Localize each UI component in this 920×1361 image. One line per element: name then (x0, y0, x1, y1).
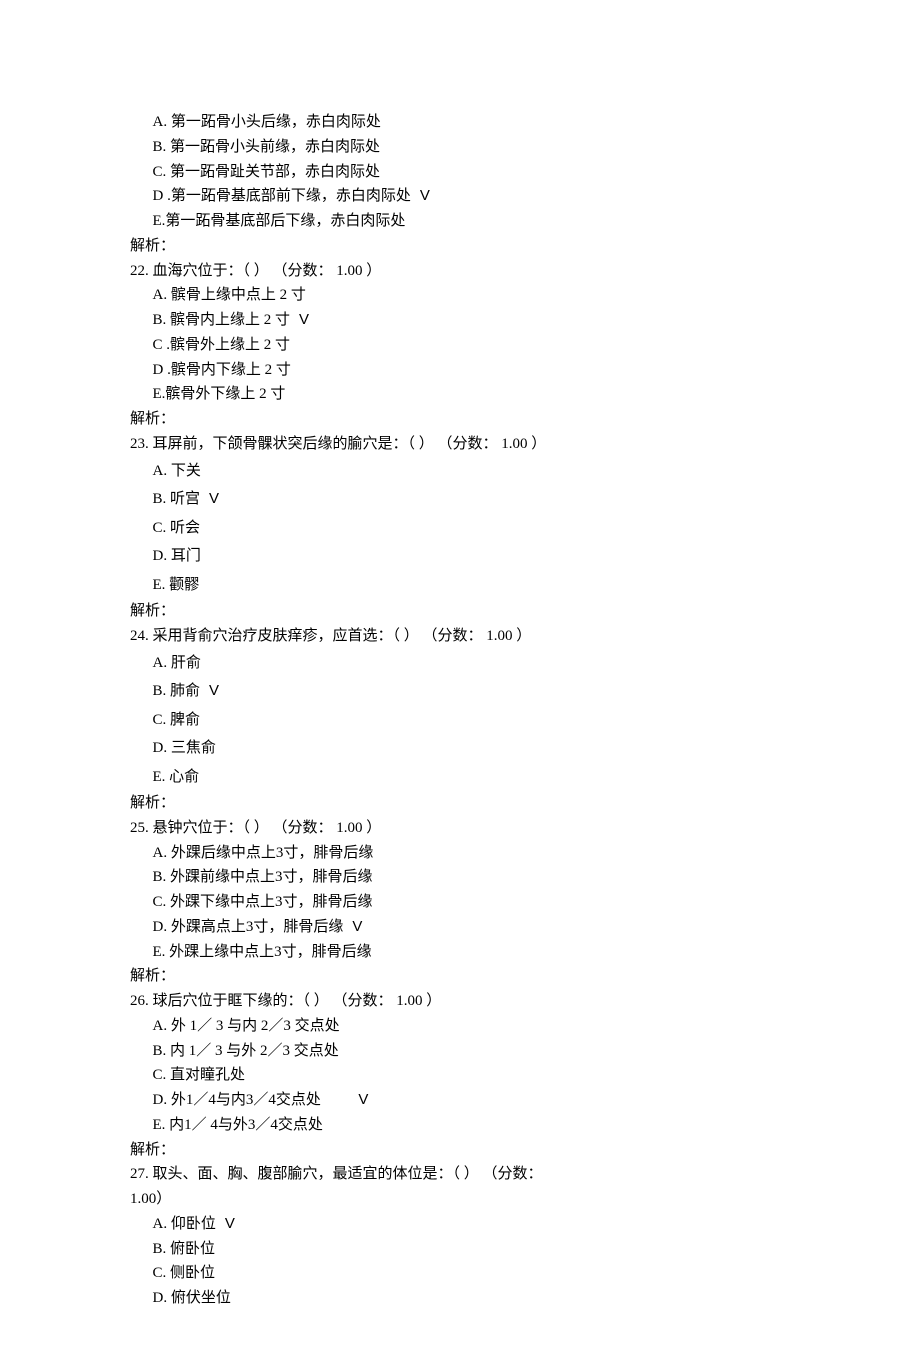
correct-mark-icon: V (225, 1212, 235, 1237)
question-option: A. 第一跖骨小头后缘，赤白肉际处 (130, 110, 790, 135)
question-option: E. 颧髎 (130, 571, 790, 600)
question-stem: 27. 取头、面、胸、腹部腧穴，最适宜的体位是：（ ） （分数： (130, 1162, 790, 1187)
analysis-label: 解析： (130, 234, 790, 259)
analysis-label: 解析： (130, 964, 790, 989)
question-stem: 23. 耳屏前，下颌骨髁状突后缘的腧穴是：（ ） （分数： 1.00 ） (130, 432, 790, 457)
question-option: A. 外踝后缘中点上3寸，腓骨后缘 (130, 841, 790, 866)
correct-mark-icon: V (299, 308, 309, 333)
correct-mark-icon: V (352, 915, 362, 940)
question-option: B. 第一跖骨小头前缘，赤白肉际处 (130, 135, 790, 160)
question-option: E. 心俞 (130, 763, 790, 792)
question-option: B. 外踝前缘中点上3寸，腓骨后缘 (130, 865, 790, 890)
question-option: B. 听宫V (130, 485, 790, 514)
question-option: C. 侧卧位 (130, 1261, 790, 1286)
correct-mark-icon: V (209, 677, 219, 706)
question-option: D. 外踝高点上3寸，腓骨后缘V (130, 915, 790, 940)
correct-mark-icon: V (209, 485, 219, 514)
question-stem: 25. 悬钟穴位于：（ ） （分数： 1.00 ） (130, 816, 790, 841)
question-option: D. 三焦俞 (130, 734, 790, 763)
question-option: E. 外踝上缘中点上3寸，腓骨后缘 (130, 940, 790, 965)
question-option: C. 外踝下缘中点上3寸，腓骨后缘 (130, 890, 790, 915)
question-option: C. 第一跖骨趾关节部，赤白肉际处 (130, 160, 790, 185)
question-option: C. 脾俞 (130, 706, 790, 735)
question-option: D. 俯伏坐位 (130, 1286, 790, 1311)
question-option: A. 外 1／ 3 与内 2／3 交点处 (130, 1014, 790, 1039)
question-option: E.第一跖骨基底部后下缘，赤白肉际处 (130, 209, 790, 234)
question-stem: 1.00） (130, 1187, 790, 1212)
analysis-label: 解析： (130, 599, 790, 624)
question-stem: 22. 血海穴位于：（ ） （分数： 1.00 ） (130, 259, 790, 284)
analysis-label: 解析： (130, 791, 790, 816)
question-option: A. 仰卧位V (130, 1212, 790, 1237)
question-option: D .第一跖骨基底部前下缘，赤白肉际处V (130, 184, 790, 209)
question-stem: 24. 采用背俞穴治疗皮肤痒疹，应首选：（ ） （分数： 1.00 ） (130, 624, 790, 649)
question-option: A. 下关 (130, 457, 790, 486)
question-option: B. 内 1／ 3 与外 2／3 交点处 (130, 1039, 790, 1064)
analysis-label: 解析： (130, 1138, 790, 1163)
question-option: A. 肝俞 (130, 649, 790, 678)
correct-mark-icon: V (420, 184, 430, 209)
question-option: D .髌骨内下缘上 2 寸 (130, 358, 790, 383)
question-option: B. 髌骨内上缘上 2 寸V (130, 308, 790, 333)
correct-mark-icon: V (358, 1088, 368, 1113)
question-option: E.髌骨外下缘上 2 寸 (130, 382, 790, 407)
question-option: B. 俯卧位 (130, 1237, 790, 1262)
question-option: D. 耳门 (130, 542, 790, 571)
question-option: C .髌骨外上缘上 2 寸 (130, 333, 790, 358)
question-option: C. 直对瞳孔处 (130, 1063, 790, 1088)
question-option: E. 内1／ 4与外3／4交点处 (130, 1113, 790, 1138)
question-stem: 26. 球后穴位于眶下缘的：（ ） （分数： 1.00 ） (130, 989, 790, 1014)
question-option: A. 髌骨上缘中点上 2 寸 (130, 283, 790, 308)
question-option: C. 听会 (130, 514, 790, 543)
analysis-label: 解析： (130, 407, 790, 432)
question-option: D. 外1／4与内3／4交点处V (130, 1088, 790, 1113)
question-option: B. 肺俞V (130, 677, 790, 706)
